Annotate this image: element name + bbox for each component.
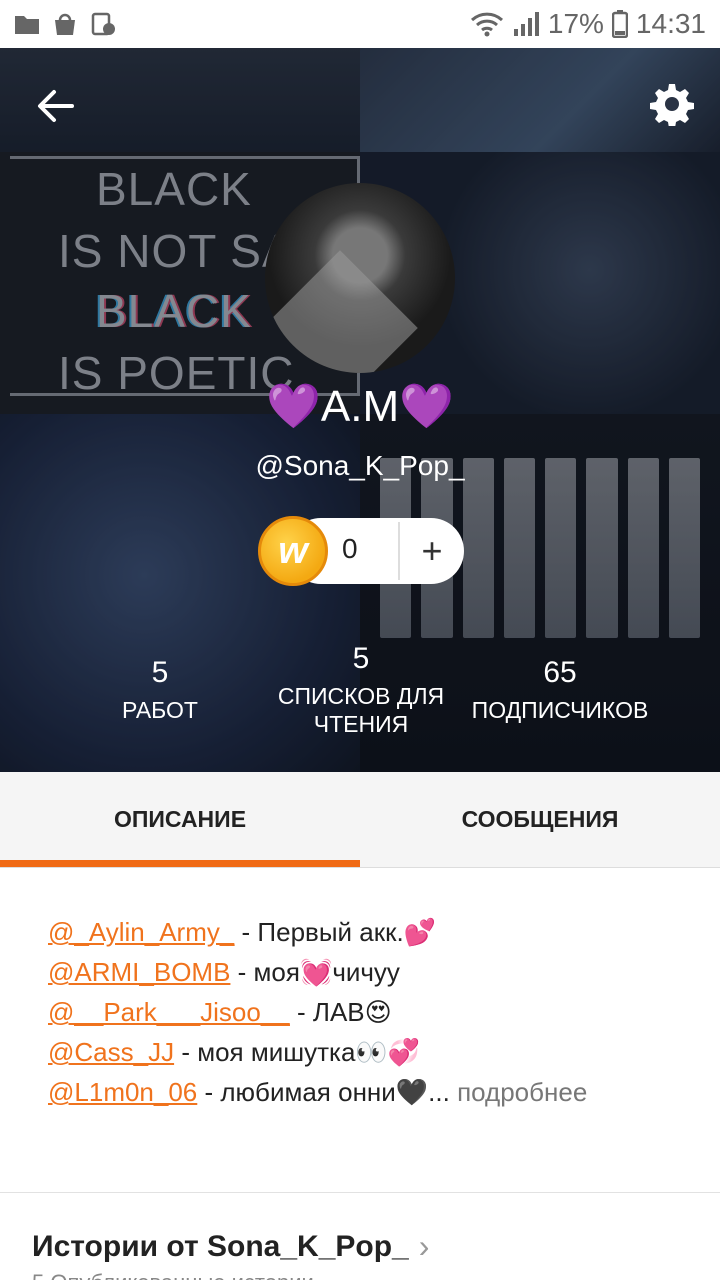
- tab-messages[interactable]: СООБЩЕНИЯ: [360, 772, 720, 867]
- display-name: 💜A.M💜: [266, 382, 454, 431]
- stat-label: СПИСКОВ ДЛЯ ЧТЕНИЯ: [277, 683, 445, 737]
- pill-divider: [398, 522, 400, 580]
- mention-link[interactable]: @L1m0n_06: [48, 1077, 197, 1107]
- coins-widget: w 0 +: [258, 516, 464, 586]
- coin-letter: w: [278, 529, 308, 572]
- description-text: - ЛАВ😍: [289, 997, 392, 1027]
- app-notification-icon: [91, 12, 115, 36]
- stat-value: 65: [543, 656, 577, 689]
- read-more-link[interactable]: подробнее: [450, 1077, 587, 1107]
- description-line: @__Park___Jisoo__ - ЛАВ😍: [48, 992, 688, 1032]
- status-right: 17% 14:31: [470, 8, 706, 40]
- stat-followers[interactable]: 65 ПОДПИСЧИКОВ: [460, 656, 660, 724]
- mention-link[interactable]: @ARMI_BOMB: [48, 957, 230, 987]
- description-line: @Cass_JJ - моя мишутка👀💞: [48, 1032, 688, 1072]
- stat-works[interactable]: 5 РАБОТ: [100, 656, 220, 724]
- stat-reading-lists[interactable]: 5 СПИСКОВ ДЛЯ ЧТЕНИЯ: [268, 642, 454, 738]
- battery-percent: 17%: [547, 8, 604, 39]
- description-text: - любимая онни🖤...: [197, 1077, 450, 1107]
- stat-label: РАБОТ: [122, 697, 198, 723]
- stories-section-header[interactable]: Истории от Sona_K_Pop_ ›: [32, 1228, 429, 1265]
- clock: 14:31: [635, 8, 706, 39]
- status-bar: 17% 14:31: [0, 0, 720, 48]
- wifi-icon: [470, 12, 503, 37]
- profile-tabs: ОПИСАНИЕ СООБЩЕНИЯ: [0, 772, 720, 868]
- section-divider: [0, 1192, 720, 1193]
- stories-title: Истории от Sona_K_Pop_: [32, 1229, 409, 1263]
- status-left-icons: [14, 12, 116, 36]
- chevron-right-icon: ›: [418, 1228, 430, 1264]
- battery-icon: [611, 10, 628, 38]
- description-text: - моя мишутка👀💞: [174, 1037, 421, 1067]
- description-text: - Первый акк.💕: [234, 917, 437, 947]
- profile-description: @_Aylin_Army_ - Первый акк.💕 @ARMI_BOMB …: [48, 912, 688, 1112]
- stat-value: 5: [151, 656, 169, 689]
- plus-icon: +: [421, 530, 443, 571]
- stat-value: 5: [352, 642, 370, 675]
- profile-header: BLACK IS NOT SAD BLACK IS POETIC 💜A.M💜 @…: [0, 48, 720, 772]
- add-coins-button[interactable]: +: [406, 524, 458, 578]
- description-text: - моя💓чичуу: [230, 957, 400, 987]
- shopping-bag-icon: [55, 13, 75, 35]
- tab-description[interactable]: ОПИСАНИЕ: [0, 772, 360, 867]
- stat-label: ПОДПИСЧИКОВ: [471, 697, 649, 723]
- description-line: @ARMI_BOMB - моя💓чичуу: [48, 952, 688, 992]
- signal-icon: [513, 12, 539, 36]
- description-line: @_Aylin_Army_ - Первый акк.💕: [48, 912, 688, 952]
- mention-link[interactable]: @_Aylin_Army_: [48, 917, 234, 947]
- coin-icon: w: [258, 516, 328, 586]
- back-arrow-icon[interactable]: [34, 84, 78, 128]
- avatar[interactable]: [265, 183, 455, 373]
- mention-link[interactable]: @Cass_JJ: [48, 1037, 174, 1067]
- description-line: @L1m0n_06 - любимая онни🖤... подробнее: [48, 1072, 688, 1112]
- folder-icon: [15, 16, 39, 34]
- stories-subtitle: 5 Опубликованные истории: [32, 1270, 314, 1280]
- gear-icon[interactable]: [650, 82, 694, 126]
- username: @Sona_K_Pop_: [255, 450, 465, 481]
- coin-count: 0: [342, 533, 358, 564]
- mention-link[interactable]: @__Park___Jisoo__: [48, 997, 290, 1027]
